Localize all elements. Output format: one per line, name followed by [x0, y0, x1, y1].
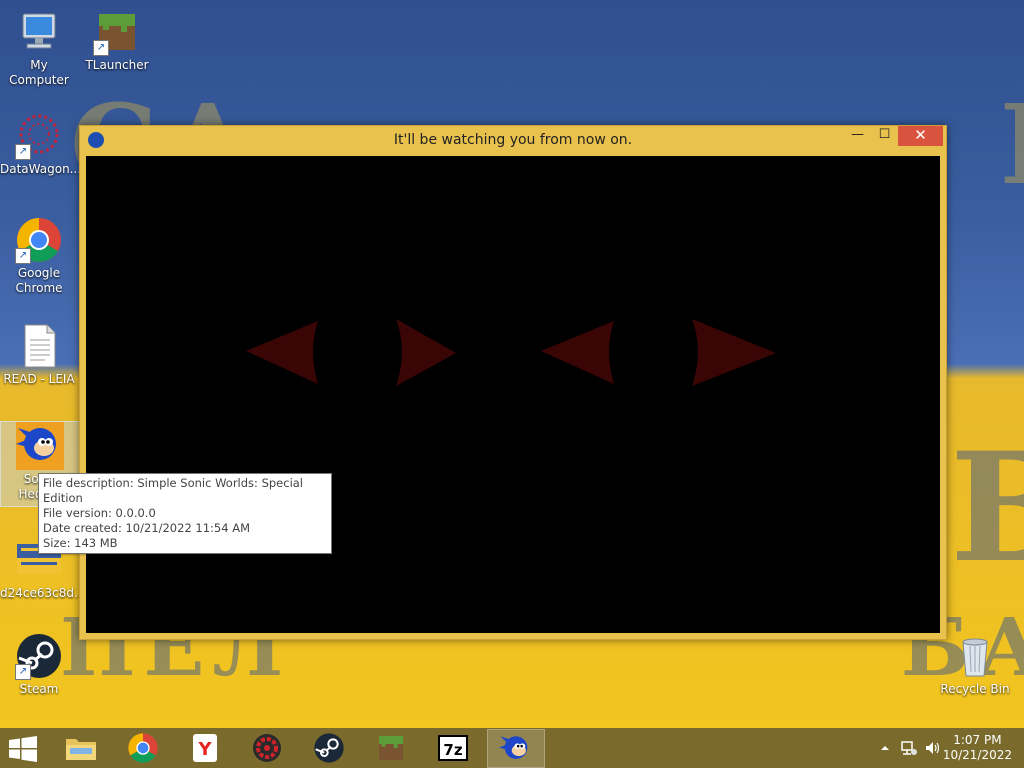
desktop-icon-read-leia[interactable]: READ - LEIA — [0, 322, 78, 387]
desktop-icon-label: TLauncher — [85, 58, 149, 72]
yandex-letter: Y — [197, 739, 212, 760]
taskbar-yandex-browser[interactable]: Y — [177, 729, 233, 766]
game-canvas[interactable] — [86, 156, 940, 633]
desktop-icon-tlauncher[interactable]: ↗ TLauncher — [78, 8, 156, 73]
shortcut-arrow-icon: ↗ — [15, 144, 31, 160]
window-titlebar[interactable]: It'll be watching you from now on. — ☐ ✕ — [80, 126, 946, 155]
system-clock[interactable]: 1:07 PM 10/21/2022 — [943, 733, 1012, 763]
maximize-button[interactable]: ☐ — [871, 126, 898, 146]
red-eyes-graphic — [246, 319, 776, 386]
desktop: CA ЙНІ ПЕЛ БА B My Computer ↗ TLauncher … — [0, 0, 1024, 728]
minecraft-grass-block-icon — [379, 735, 403, 760]
desktop-icon-label: READ - LEIA — [3, 372, 75, 386]
desktop-icon-datawagon[interactable]: ↗ DataWagon... — [0, 112, 82, 177]
steam-icon — [314, 732, 344, 763]
clock-date: 10/21/2022 — [942, 748, 1012, 762]
yandex-icon: Y — [193, 733, 217, 762]
taskbar-game-app[interactable] — [239, 729, 295, 766]
sonic-icon — [499, 735, 528, 759]
minimize-button[interactable]: — — [844, 126, 871, 146]
shortcut-arrow-icon: ↗ — [15, 664, 31, 680]
game-window[interactable]: It'll be watching you from now on. — ☐ ✕ — [79, 125, 947, 640]
taskbar-google-chrome[interactable] — [115, 729, 171, 766]
minecraft-grass-block-icon: ↗ — [93, 8, 141, 56]
desktop-icon-label: d24ce63c8d... — [0, 586, 86, 600]
text-document-icon — [15, 322, 63, 370]
desktop-icon-recycle-bin[interactable]: Recycle Bin — [936, 632, 1014, 697]
desktop-icon-steam[interactable]: ↗ Steam — [0, 632, 78, 697]
network-icon[interactable] — [900, 740, 918, 756]
taskbar-minecraft[interactable] — [363, 729, 419, 766]
desktop-icon-my-computer[interactable]: My Computer — [0, 8, 78, 88]
sonic-icon — [16, 422, 64, 470]
show-hidden-icons-icon[interactable] — [880, 743, 890, 753]
desktop-icon-label: Google Chrome — [15, 266, 63, 295]
chrome-icon — [128, 732, 158, 763]
wallpaper-text-right: B — [950, 420, 1024, 596]
system-tray: 1:07 PM 10/21/2022 — [864, 728, 1024, 768]
7zip-label: 7z — [443, 741, 462, 759]
desktop-icon-label: DataWagon... — [0, 162, 82, 176]
tooltip-date-created: Date created: 10/21/2022 11:54 AM — [43, 521, 250, 535]
desktop-icon-label: Recycle Bin — [940, 682, 1010, 696]
clock-time: 1:07 PM — [953, 733, 1002, 747]
taskbar-sonic-game[interactable] — [487, 729, 545, 768]
desktop-icon-label: My Computer — [9, 58, 69, 87]
red-gear-icon — [253, 733, 281, 762]
volume-icon[interactable] — [924, 740, 942, 756]
folder-icon — [66, 738, 96, 760]
tooltip-size: Size: 143 MB — [43, 536, 118, 550]
taskbar-file-explorer[interactable] — [53, 729, 109, 766]
windows-logo-icon — [9, 736, 37, 762]
taskbar-7zip[interactable]: 7z — [425, 729, 481, 766]
window-title: It'll be watching you from now on. — [393, 132, 633, 148]
taskbar: Y 7z 1:07 PM 10/21/2022 — [0, 728, 1024, 768]
desktop-icon-label: Steam — [19, 682, 59, 696]
desktop-icon-google-chrome[interactable]: ↗ Google Chrome — [0, 216, 78, 296]
steam-icon: ↗ — [15, 632, 63, 680]
7zip-icon: 7z — [438, 734, 468, 761]
chrome-icon: ↗ — [15, 216, 63, 264]
close-button[interactable]: ✕ — [898, 126, 943, 146]
start-button[interactable] — [8, 736, 38, 762]
taskbar-steam[interactable] — [301, 729, 357, 766]
computer-icon — [15, 8, 63, 56]
tooltip-file-version: File version: 0.0.0.0 — [43, 506, 156, 520]
tooltip-file-description: File description: Simple Sonic Worlds: S… — [43, 476, 304, 505]
shortcut-arrow-icon: ↗ — [93, 40, 109, 56]
recycle-bin-icon — [951, 632, 999, 680]
datawagon-icon: ↗ — [15, 112, 63, 160]
file-info-tooltip: File description: Simple Sonic Worlds: S… — [38, 473, 332, 554]
shortcut-arrow-icon: ↗ — [15, 248, 31, 264]
